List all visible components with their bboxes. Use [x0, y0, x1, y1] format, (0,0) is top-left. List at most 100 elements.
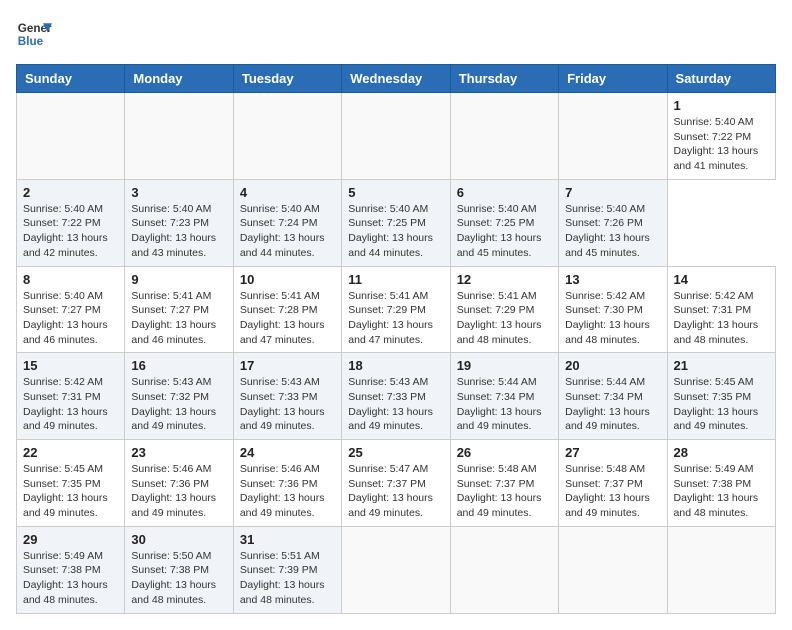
day-number: 3 [131, 185, 226, 200]
empty-cell [667, 526, 775, 613]
day-number: 1 [674, 98, 769, 113]
day-detail: Sunrise: 5:43 AMSunset: 7:33 PMDaylight:… [348, 376, 433, 432]
day-number: 6 [457, 185, 552, 200]
calendar-header-row: SundayMondayTuesdayWednesdayThursdayFrid… [17, 65, 776, 93]
day-detail: Sunrise: 5:42 AMSunset: 7:31 PMDaylight:… [23, 376, 108, 432]
day-detail: Sunrise: 5:40 AMSunset: 7:26 PMDaylight:… [565, 203, 650, 259]
empty-cell [559, 526, 667, 613]
day-detail: Sunrise: 5:49 AMSunset: 7:38 PMDaylight:… [23, 550, 108, 606]
day-number: 10 [240, 272, 335, 287]
day-number: 29 [23, 532, 118, 547]
header-wednesday: Wednesday [342, 65, 450, 93]
day-number: 22 [23, 445, 118, 460]
logo-icon: General Blue [16, 16, 52, 52]
day-cell-18: 18 Sunrise: 5:43 AMSunset: 7:33 PMDaylig… [342, 353, 450, 440]
day-cell-25: 25 Sunrise: 5:47 AMSunset: 7:37 PMDaylig… [342, 440, 450, 527]
day-cell-6: 6 Sunrise: 5:40 AMSunset: 7:25 PMDayligh… [450, 179, 558, 266]
day-cell-31: 31 Sunrise: 5:51 AMSunset: 7:39 PMDaylig… [233, 526, 341, 613]
calendar-week-row: 8 Sunrise: 5:40 AMSunset: 7:27 PMDayligh… [17, 266, 776, 353]
day-cell-30: 30 Sunrise: 5:50 AMSunset: 7:38 PMDaylig… [125, 526, 233, 613]
empty-cell [450, 93, 558, 180]
day-detail: Sunrise: 5:48 AMSunset: 7:37 PMDaylight:… [457, 463, 542, 519]
calendar-table: SundayMondayTuesdayWednesdayThursdayFrid… [16, 64, 776, 614]
day-number: 8 [23, 272, 118, 287]
day-cell-2: 2 Sunrise: 5:40 AMSunset: 7:22 PMDayligh… [17, 179, 125, 266]
calendar-week-row: 29 Sunrise: 5:49 AMSunset: 7:38 PMDaylig… [17, 526, 776, 613]
day-cell-10: 10 Sunrise: 5:41 AMSunset: 7:28 PMDaylig… [233, 266, 341, 353]
day-number: 18 [348, 358, 443, 373]
day-detail: Sunrise: 5:46 AMSunset: 7:36 PMDaylight:… [240, 463, 325, 519]
day-detail: Sunrise: 5:40 AMSunset: 7:25 PMDaylight:… [348, 203, 433, 259]
day-number: 25 [348, 445, 443, 460]
empty-cell [125, 93, 233, 180]
day-detail: Sunrise: 5:40 AMSunset: 7:27 PMDaylight:… [23, 290, 108, 346]
day-number: 13 [565, 272, 660, 287]
day-detail: Sunrise: 5:40 AMSunset: 7:25 PMDaylight:… [457, 203, 542, 259]
header-thursday: Thursday [450, 65, 558, 93]
day-cell-9: 9 Sunrise: 5:41 AMSunset: 7:27 PMDayligh… [125, 266, 233, 353]
day-detail: Sunrise: 5:40 AMSunset: 7:22 PMDaylight:… [674, 116, 759, 172]
empty-cell [342, 93, 450, 180]
empty-cell [17, 93, 125, 180]
header-monday: Monday [125, 65, 233, 93]
day-cell-16: 16 Sunrise: 5:43 AMSunset: 7:32 PMDaylig… [125, 353, 233, 440]
day-detail: Sunrise: 5:41 AMSunset: 7:27 PMDaylight:… [131, 290, 216, 346]
empty-cell [450, 526, 558, 613]
day-number: 11 [348, 272, 443, 287]
day-number: 4 [240, 185, 335, 200]
day-detail: Sunrise: 5:48 AMSunset: 7:37 PMDaylight:… [565, 463, 650, 519]
empty-cell [233, 93, 341, 180]
calendar-week-row: 2 Sunrise: 5:40 AMSunset: 7:22 PMDayligh… [17, 179, 776, 266]
day-detail: Sunrise: 5:41 AMSunset: 7:28 PMDaylight:… [240, 290, 325, 346]
header-friday: Friday [559, 65, 667, 93]
logo: General Blue [16, 16, 52, 52]
day-detail: Sunrise: 5:43 AMSunset: 7:33 PMDaylight:… [240, 376, 325, 432]
day-detail: Sunrise: 5:45 AMSunset: 7:35 PMDaylight:… [23, 463, 108, 519]
day-number: 9 [131, 272, 226, 287]
day-detail: Sunrise: 5:42 AMSunset: 7:31 PMDaylight:… [674, 290, 759, 346]
day-detail: Sunrise: 5:42 AMSunset: 7:30 PMDaylight:… [565, 290, 650, 346]
day-number: 20 [565, 358, 660, 373]
day-cell-21: 21 Sunrise: 5:45 AMSunset: 7:35 PMDaylig… [667, 353, 775, 440]
day-cell-26: 26 Sunrise: 5:48 AMSunset: 7:37 PMDaylig… [450, 440, 558, 527]
empty-cell [559, 93, 667, 180]
day-detail: Sunrise: 5:45 AMSunset: 7:35 PMDaylight:… [674, 376, 759, 432]
day-number: 15 [23, 358, 118, 373]
day-number: 31 [240, 532, 335, 547]
day-detail: Sunrise: 5:44 AMSunset: 7:34 PMDaylight:… [565, 376, 650, 432]
calendar-week-row: 22 Sunrise: 5:45 AMSunset: 7:35 PMDaylig… [17, 440, 776, 527]
day-cell-4: 4 Sunrise: 5:40 AMSunset: 7:24 PMDayligh… [233, 179, 341, 266]
day-number: 23 [131, 445, 226, 460]
day-number: 24 [240, 445, 335, 460]
day-cell-14: 14 Sunrise: 5:42 AMSunset: 7:31 PMDaylig… [667, 266, 775, 353]
day-detail: Sunrise: 5:46 AMSunset: 7:36 PMDaylight:… [131, 463, 216, 519]
day-number: 7 [565, 185, 660, 200]
header-saturday: Saturday [667, 65, 775, 93]
day-cell-13: 13 Sunrise: 5:42 AMSunset: 7:30 PMDaylig… [559, 266, 667, 353]
day-detail: Sunrise: 5:51 AMSunset: 7:39 PMDaylight:… [240, 550, 325, 606]
header-tuesday: Tuesday [233, 65, 341, 93]
day-detail: Sunrise: 5:50 AMSunset: 7:38 PMDaylight:… [131, 550, 216, 606]
day-detail: Sunrise: 5:44 AMSunset: 7:34 PMDaylight:… [457, 376, 542, 432]
day-cell-29: 29 Sunrise: 5:49 AMSunset: 7:38 PMDaylig… [17, 526, 125, 613]
day-detail: Sunrise: 5:41 AMSunset: 7:29 PMDaylight:… [348, 290, 433, 346]
svg-text:Blue: Blue [18, 35, 44, 48]
day-number: 16 [131, 358, 226, 373]
day-detail: Sunrise: 5:40 AMSunset: 7:22 PMDaylight:… [23, 203, 108, 259]
day-cell-5: 5 Sunrise: 5:40 AMSunset: 7:25 PMDayligh… [342, 179, 450, 266]
day-number: 14 [674, 272, 769, 287]
day-detail: Sunrise: 5:47 AMSunset: 7:37 PMDaylight:… [348, 463, 433, 519]
day-number: 28 [674, 445, 769, 460]
day-number: 19 [457, 358, 552, 373]
day-cell-11: 11 Sunrise: 5:41 AMSunset: 7:29 PMDaylig… [342, 266, 450, 353]
day-cell-17: 17 Sunrise: 5:43 AMSunset: 7:33 PMDaylig… [233, 353, 341, 440]
day-cell-23: 23 Sunrise: 5:46 AMSunset: 7:36 PMDaylig… [125, 440, 233, 527]
day-number: 5 [348, 185, 443, 200]
day-number: 27 [565, 445, 660, 460]
day-cell-12: 12 Sunrise: 5:41 AMSunset: 7:29 PMDaylig… [450, 266, 558, 353]
day-cell-1: 1 Sunrise: 5:40 AMSunset: 7:22 PMDayligh… [667, 93, 775, 180]
day-number: 30 [131, 532, 226, 547]
day-cell-22: 22 Sunrise: 5:45 AMSunset: 7:35 PMDaylig… [17, 440, 125, 527]
day-number: 17 [240, 358, 335, 373]
day-cell-20: 20 Sunrise: 5:44 AMSunset: 7:34 PMDaylig… [559, 353, 667, 440]
